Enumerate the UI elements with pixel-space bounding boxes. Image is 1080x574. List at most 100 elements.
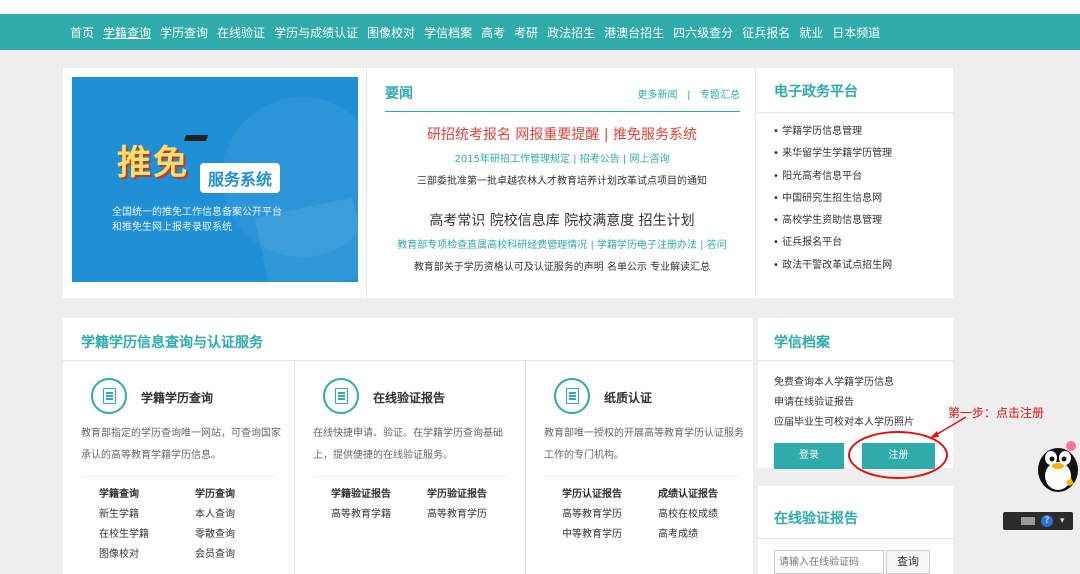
annotation-label: 第一步：点击注册 bbox=[948, 406, 1045, 420]
service-link[interactable]: 零散查询 bbox=[195, 525, 291, 541]
service-link[interactable]: 学历查询 bbox=[195, 485, 291, 501]
banner-caption: 全国统一的推免工作信息备案公开平台 和推免生网上报考录取系统 bbox=[112, 205, 327, 235]
service-column-xueji: 学籍学历查询 教育部指定的学历查询唯一网站，可查询国家承认的高等教育学籍学历信息… bbox=[63, 361, 294, 574]
qq-toolbar: ? ▾ bbox=[1003, 512, 1073, 530]
headline-link[interactable]: 研招统考报名 网报重要提醒 | 推免服务系统 bbox=[367, 124, 757, 144]
news-link[interactable]: 2015年研招工作管理规定 | 招考公告 | 网上咨询 bbox=[367, 150, 757, 165]
gov-link[interactable]: 高校学生资助信息管理 bbox=[773, 213, 892, 235]
service-link[interactable]: 图像校对 bbox=[99, 545, 195, 561]
service-link[interactable]: 学历认证报告 bbox=[562, 485, 658, 501]
service-link[interactable]: 学历验证报告 bbox=[427, 485, 523, 501]
graduation-cap-icon bbox=[183, 135, 209, 141]
gov-list: 学籍学历信息管理来华留学生学籍学历管理阳光高考信息平台中国研究生招生信息网高校学… bbox=[773, 124, 892, 280]
banner-caption-line: 和推免生网上报考录取系统 bbox=[112, 222, 232, 233]
nav-item[interactable]: 图像校对 bbox=[367, 24, 415, 41]
document-report-icon bbox=[323, 378, 359, 414]
service-description: 教育部指定的学历查询唯一网站，可查询国家承认的高等教育学籍学历信息。 bbox=[81, 428, 281, 461]
divider bbox=[758, 360, 953, 361]
service-link[interactable]: 中等教育学历 bbox=[562, 525, 658, 541]
nav-item[interactable]: 日本频道 bbox=[832, 24, 880, 41]
xuexin-heading: 学信档案 bbox=[774, 335, 830, 351]
gov-link[interactable]: 政法干警改革试点招生网 bbox=[773, 258, 892, 280]
more-news-link[interactable]: 更多新闻 bbox=[638, 90, 678, 101]
gov-link[interactable]: 征兵报名平台 bbox=[773, 235, 892, 257]
main-nav: 首页 学籍查询 学历查询 在线验证 学历与成绩认证 图像校对 学信档案 高考 考研 政法招生 港澳台… bbox=[0, 14, 1080, 50]
gov-platform-panel: 电子政务平台 学籍学历信息管理来华留学生学籍学历管理阳光高考信息平台中国研究生招… bbox=[757, 68, 953, 298]
banner-subtitle: 服务系统 bbox=[200, 163, 281, 193]
divider bbox=[81, 476, 276, 477]
gov-link[interactable]: 中国研究生招生信息网 bbox=[773, 191, 892, 213]
banner-caption-line: 全国统一的推免工作信息备案公开平台 bbox=[112, 207, 282, 218]
divider bbox=[757, 112, 953, 113]
service-link[interactable]: 成绩认证报告 bbox=[658, 485, 754, 501]
gov-heading: 电子政务平台 bbox=[774, 84, 858, 100]
nav-item[interactable]: 首页 bbox=[70, 24, 94, 41]
xuexin-item[interactable]: 应届毕业生可校对本人学历照片 bbox=[774, 413, 914, 433]
online-verify-panel: 在线验证报告 查询 bbox=[758, 486, 953, 574]
service-links: 学籍查询 学历查询 新生学籍 本人查询 在校生学籍 零散查询 图像校对 会员查询 bbox=[99, 485, 289, 561]
service-link[interactable]: 高等教育学历 bbox=[562, 505, 658, 521]
nav-item[interactable]: 四六级查分 bbox=[673, 24, 733, 41]
qq-penguin-icon[interactable] bbox=[1030, 434, 1080, 494]
nav-list: 首页 学籍查询 学历查询 在线验证 学历与成绩认证 图像校对 学信档案 高考 考研 政法招生 港澳台… bbox=[70, 14, 889, 50]
service-column-verify: 在线验证报告 在线快捷申请、验证。在学籍学历查询基础上，提供便捷的在线验证服务。… bbox=[294, 361, 525, 574]
dropdown-icon[interactable]: ▾ bbox=[1060, 516, 1065, 526]
service-link[interactable]: 高等教育学籍 bbox=[331, 505, 427, 521]
nav-item[interactable]: 征兵报名 bbox=[742, 24, 790, 41]
banner-title: 推免 bbox=[117, 143, 189, 183]
service-title[interactable]: 在线验证报告 bbox=[373, 389, 445, 406]
service-link[interactable]: 高校在校成绩 bbox=[658, 505, 754, 521]
gov-link[interactable]: 来华留学生学籍学历管理 bbox=[773, 146, 892, 168]
top-panel: 推免 服务系统 全国统一的推免工作信息备案公开平台 和推免生网上报考录取系统 要… bbox=[63, 68, 953, 298]
service-links: 学历认证报告 成绩认证报告 高等教育学历 高校在校成绩 中等教育学历 高考成绩 bbox=[562, 485, 752, 541]
xuexin-item[interactable]: 申请在线验证报告 bbox=[774, 393, 914, 413]
top-strip bbox=[0, 0, 1080, 14]
verify-code-input[interactable] bbox=[774, 550, 884, 574]
headline-link[interactable]: 高考常识 院校信息库 院校满意度 招生计划 bbox=[367, 210, 757, 230]
nav-item[interactable]: 政法招生 bbox=[547, 24, 595, 41]
service-links: 学籍验证报告 学历验证报告 高等教育学籍 高等教育学历 bbox=[331, 485, 521, 521]
tuimian-banner[interactable]: 推免 服务系统 全国统一的推免工作信息备案公开平台 和推免生网上报考录取系统 bbox=[72, 77, 358, 282]
gov-link[interactable]: 学籍学历信息管理 bbox=[773, 124, 892, 146]
service-link[interactable]: 本人查询 bbox=[195, 505, 291, 521]
nav-item[interactable]: 学历与成绩认证 bbox=[274, 24, 358, 41]
nav-item[interactable]: 学籍查询 bbox=[103, 24, 151, 41]
service-link[interactable]: 会员查询 bbox=[195, 545, 291, 561]
nav-item[interactable]: 在线验证 bbox=[217, 24, 265, 41]
service-title[interactable]: 纸质认证 bbox=[604, 389, 652, 406]
news-link[interactable]: 三部委批准第一批卓越农林人才教育培养计划改革试点项目的通知 bbox=[367, 172, 757, 187]
nav-item[interactable]: 考研 bbox=[514, 24, 538, 41]
service-title[interactable]: 学籍学历查询 bbox=[141, 389, 213, 406]
nav-item[interactable]: 就业 bbox=[799, 24, 823, 41]
service-link[interactable]: 高等教育学历 bbox=[427, 505, 523, 521]
divider bbox=[544, 476, 739, 477]
news-link[interactable]: 教育部专项检查直属高校科研经费管理情况 | 学籍学历电子注册办法 | 答问 bbox=[367, 236, 757, 251]
news-link[interactable]: 教育部关于学历资格认可及认证服务的声明 名单公示 专业解读汇总 bbox=[367, 258, 757, 273]
service-link[interactable]: 在校生学籍 bbox=[99, 525, 195, 541]
nav-item[interactable]: 高考 bbox=[481, 24, 505, 41]
gov-link[interactable]: 阳光高考信息平台 bbox=[773, 169, 892, 191]
certificate-icon bbox=[554, 378, 590, 414]
login-button[interactable]: 登录 bbox=[774, 443, 844, 469]
keyboard-icon[interactable] bbox=[1021, 517, 1035, 525]
topics-link[interactable]: 专题汇总 bbox=[700, 90, 740, 101]
xuexin-item[interactable]: 免费查询本人学籍学历信息 bbox=[774, 373, 914, 393]
nav-item[interactable]: 学历查询 bbox=[160, 24, 208, 41]
service-link[interactable]: 新生学籍 bbox=[99, 505, 195, 521]
help-icon[interactable]: ? bbox=[1041, 515, 1053, 527]
service-link[interactable]: 学籍查询 bbox=[99, 485, 195, 501]
services-heading: 学籍学历信息查询与认证服务 bbox=[81, 335, 263, 351]
news-header: 要闻 更多新闻 | 专题汇总 bbox=[385, 78, 740, 112]
service-description: 教育部唯一授权的开展高等教育学历认证服务工作的专门机构。 bbox=[544, 428, 744, 461]
service-link[interactable]: 学籍验证报告 bbox=[331, 485, 427, 501]
news-panel: 要闻 更多新闻 | 专题汇总 研招统考报名 网报重要提醒 | 推免服务系统 20… bbox=[366, 68, 756, 298]
nav-item[interactable]: 学信档案 bbox=[424, 24, 472, 41]
service-link[interactable]: 高考成绩 bbox=[658, 525, 754, 541]
link-separator: | bbox=[687, 90, 691, 101]
xuexin-list: 免费查询本人学籍学历信息 申请在线验证报告 应届毕业生可校对本人学历照片 bbox=[774, 373, 914, 433]
nav-item[interactable]: 港澳台招生 bbox=[604, 24, 664, 41]
document-search-icon bbox=[91, 378, 127, 414]
query-button[interactable]: 查询 bbox=[886, 550, 930, 574]
divider bbox=[313, 476, 508, 477]
divider bbox=[758, 538, 953, 539]
